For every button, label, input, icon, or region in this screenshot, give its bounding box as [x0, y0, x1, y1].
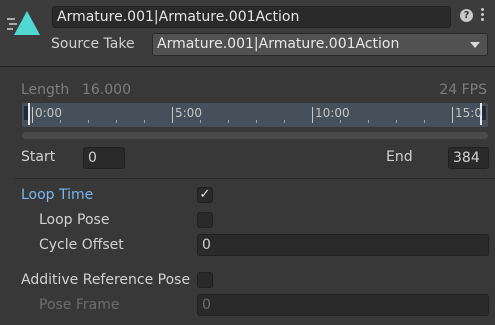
length-label: Length: [21, 82, 70, 98]
source-take-value: Armature.001|Armature.001Action: [157, 36, 400, 52]
checkmark-icon: ✓: [199, 187, 211, 202]
tick-minor: [396, 120, 397, 123]
tick-minor: [60, 120, 61, 123]
tick-minor: [88, 120, 89, 123]
tick-label: 0:00: [35, 106, 62, 120]
tick-major: [32, 107, 33, 123]
clip-name-field[interactable]: Armature.001|Armature.001Action: [52, 6, 451, 28]
tick-minor: [368, 120, 369, 123]
pose-frame-field: 0: [197, 294, 489, 316]
chevron-down-icon: [470, 42, 480, 48]
fps-label: 24 FPS: [439, 82, 487, 98]
start-label: Start: [21, 149, 56, 165]
start-field[interactable]: 0: [83, 147, 125, 169]
additive-reference-pose-label: Additive Reference Pose: [21, 272, 191, 288]
tick-minor: [256, 120, 257, 123]
loop-pose-label: Loop Pose: [39, 212, 110, 228]
timeline-ruler[interactable]: 0:00 5:00 10:00 15:0: [22, 103, 488, 127]
pose-frame-label: Pose Frame: [39, 297, 120, 313]
timeline-scrollbar[interactable]: [22, 132, 488, 139]
clip-header: Armature.001|Armature.001Action ? Source…: [0, 0, 495, 67]
tick-label: 10:00: [315, 106, 350, 120]
tick-minor: [284, 120, 285, 123]
tick-label: 15:0: [455, 106, 482, 120]
tick-minor: [200, 120, 201, 123]
tick-label: 5:00: [175, 106, 202, 120]
cycle-offset-label: Cycle Offset: [39, 237, 124, 253]
divider: [14, 178, 495, 179]
help-icon[interactable]: ?: [460, 9, 473, 22]
tick-minor: [144, 120, 145, 123]
more-options-icon[interactable]: [481, 8, 485, 24]
loop-pose-checkbox[interactable]: [197, 212, 213, 228]
start-marker-icon[interactable]: [24, 103, 31, 127]
tick-minor: [228, 120, 229, 123]
source-take-label: Source Take: [51, 36, 135, 52]
end-field[interactable]: 384: [448, 147, 489, 169]
tick-minor: [340, 120, 341, 123]
tick-minor: [424, 120, 425, 123]
cycle-offset-field[interactable]: 0: [197, 234, 489, 256]
loop-time-checkbox[interactable]: ✓: [197, 187, 213, 203]
additive-reference-pose-checkbox[interactable]: [197, 272, 213, 288]
source-take-dropdown[interactable]: Armature.001|Armature.001Action: [152, 33, 488, 56]
tick-major: [312, 107, 313, 123]
tick-major: [452, 107, 453, 123]
tick-major: [172, 107, 173, 123]
end-label: End: [386, 149, 413, 165]
loop-time-label[interactable]: Loop Time: [21, 187, 93, 203]
tick-minor: [116, 120, 117, 123]
length-value: 16.000: [82, 82, 131, 98]
animation-clip-icon: [7, 11, 40, 35]
